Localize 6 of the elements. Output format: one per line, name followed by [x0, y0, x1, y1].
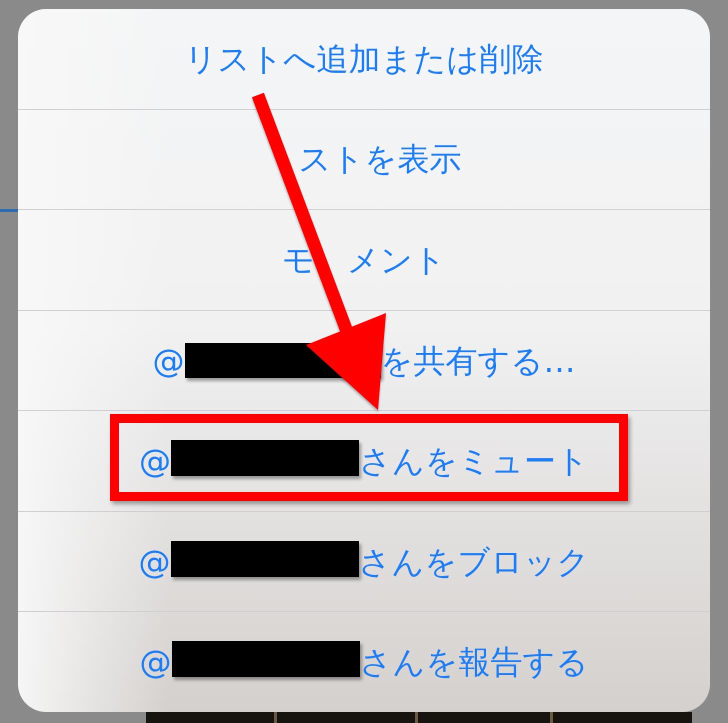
menu-item[interactable]: ストを表示: [18, 110, 710, 210]
menu-item[interactable]: モ メント: [18, 210, 710, 310]
menu-item[interactable]: @ さんを報告する: [18, 612, 710, 712]
menu-item[interactable]: リストへ追加または削除: [18, 9, 710, 109]
menu-item[interactable]: @ さんをブロック: [18, 512, 710, 612]
menu-item[interactable]: @ さんをミュート: [18, 411, 710, 511]
